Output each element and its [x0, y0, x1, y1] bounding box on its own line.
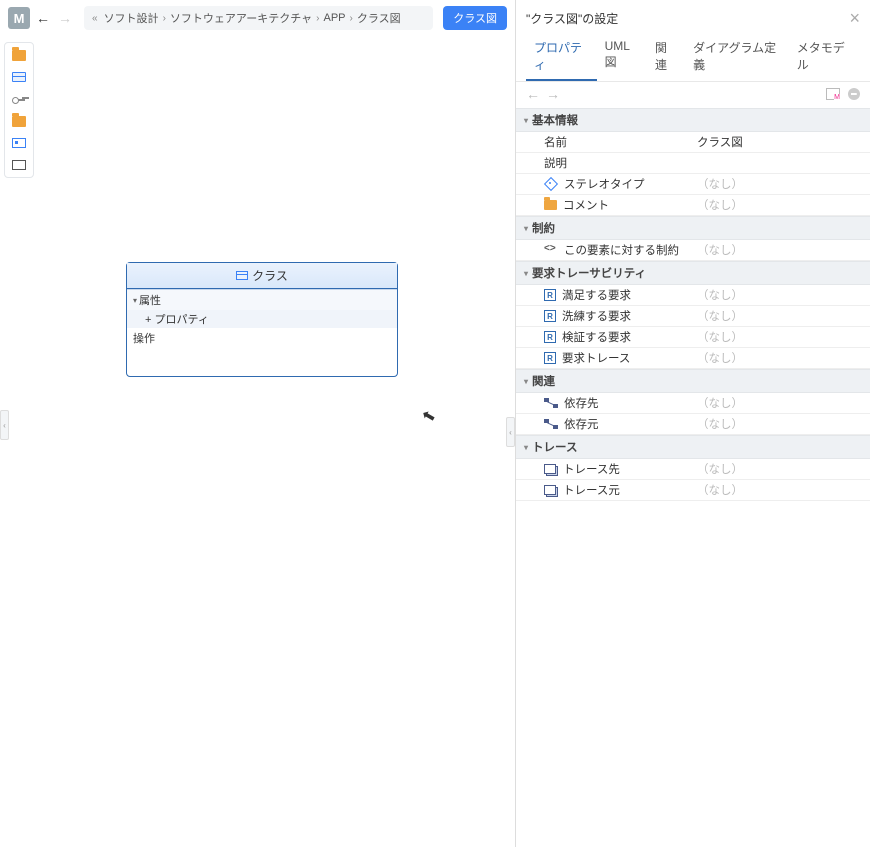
- tab-relations[interactable]: 関連: [647, 33, 685, 81]
- requirement-icon: R: [544, 352, 556, 364]
- prop-trace-to-label: トレース先: [516, 459, 691, 479]
- prop-satisfy-value[interactable]: （なし）: [691, 285, 870, 305]
- section-title: 要求トレーサビリティ: [532, 265, 646, 281]
- trace-icon: [544, 464, 557, 475]
- class-body-empty[interactable]: [127, 348, 397, 376]
- diagram-canvas[interactable]: クラス ▾ 属性 + プロパティ 操作 ⬉: [0, 36, 515, 847]
- prop-comment-label: コメント: [516, 195, 691, 215]
- prop-depend-to-value[interactable]: （なし）: [691, 393, 870, 413]
- prop-name-value[interactable]: クラス図: [691, 132, 870, 152]
- collapse-triangle-icon: ▾: [524, 377, 528, 386]
- uml-class-element[interactable]: クラス ▾ 属性 + プロパティ 操作: [126, 262, 398, 377]
- class-name-label: クラス: [252, 267, 288, 284]
- trace-icon: [544, 485, 557, 496]
- collapse-triangle-icon: ▾: [524, 116, 528, 125]
- chevron-right-icon: ›: [163, 13, 166, 24]
- prop-depend-from-value[interactable]: （なし）: [691, 414, 870, 434]
- section-title: 制約: [532, 220, 555, 236]
- requirement-icon: R: [544, 310, 556, 322]
- section-constraint[interactable]: ▾ 制約: [516, 216, 870, 240]
- properties-panel: "クラス図"の設定 × プロパティ UML図 関連 ダイアグラム定義 メタモデル…: [515, 0, 870, 847]
- panel-nav: ← →: [526, 86, 560, 102]
- attributes-section[interactable]: ▾ 属性: [127, 290, 397, 310]
- prop-satisfy-label: R満足する要求: [516, 285, 691, 305]
- prop-comment-value[interactable]: （なし）: [691, 195, 870, 215]
- prop-stereotype-label: ステレオタイプ: [516, 174, 691, 194]
- breadcrumb-item[interactable]: APP: [323, 12, 345, 24]
- attributes-label: 属性: [139, 292, 161, 308]
- requirement-icon: R: [544, 331, 556, 343]
- prop-trace-to-value[interactable]: （なし）: [691, 459, 870, 479]
- collapse-triangle-icon: ▾: [524, 224, 528, 233]
- prop-reqtrace-value[interactable]: （なし）: [691, 348, 870, 368]
- section-basic-info[interactable]: ▾ 基本情報: [516, 108, 870, 132]
- prop-trace-from-value[interactable]: （なし）: [691, 480, 870, 500]
- tab-properties[interactable]: プロパティ: [526, 33, 597, 81]
- prop-depend-from-label: 依存元: [516, 414, 691, 434]
- section-trace[interactable]: ▾ トレース: [516, 435, 870, 459]
- close-button[interactable]: ×: [849, 8, 860, 29]
- collapse-triangle-icon: ▾: [133, 296, 137, 305]
- prop-refine-value[interactable]: （なし）: [691, 306, 870, 326]
- breadcrumb[interactable]: « ソフト設計 › ソフトウェアアーキテクチャ › APP › クラス図: [84, 6, 433, 30]
- prop-depend-to-label: 依存先: [516, 393, 691, 413]
- chevron-right-icon: ›: [316, 13, 319, 24]
- section-title: トレース: [532, 439, 577, 455]
- collapse-triangle-icon: ▾: [524, 269, 528, 278]
- section-title: 基本情報: [532, 112, 578, 128]
- navigate-icon[interactable]: [848, 88, 860, 100]
- prop-trace-from-label: トレース元: [516, 480, 691, 500]
- class-header[interactable]: クラス: [127, 263, 397, 289]
- breadcrumb-item[interactable]: ソフトウェアアーキテクチャ: [170, 10, 312, 26]
- tag-icon: [544, 178, 558, 190]
- diagram-type-tag[interactable]: クラス図: [443, 6, 507, 30]
- brackets-icon: [544, 244, 558, 256]
- chevron-right-icon: ›: [350, 13, 353, 24]
- prop-verify-value[interactable]: （なし）: [691, 327, 870, 347]
- prop-reqtrace-label: R要求トレース: [516, 348, 691, 368]
- top-toolbar: M ← → « ソフト設計 › ソフトウェアアーキテクチャ › APP › クラ…: [0, 0, 515, 36]
- panel-forward-icon[interactable]: →: [546, 86, 560, 102]
- section-title: 関連: [532, 373, 555, 389]
- dependency-icon: [544, 398, 558, 408]
- left-panel-collapse-handle[interactable]: ‹: [0, 410, 9, 440]
- mouse-cursor-icon: ⬉: [420, 405, 438, 428]
- prop-description-value[interactable]: [691, 161, 870, 165]
- right-panel-collapse-handle[interactable]: ‹: [506, 417, 515, 447]
- tab-metamodel[interactable]: メタモデル: [789, 33, 860, 81]
- operations-section[interactable]: 操作: [127, 328, 397, 348]
- breadcrumb-item[interactable]: ソフト設計: [104, 10, 159, 26]
- dependency-icon: [544, 419, 558, 429]
- tab-uml[interactable]: UML図: [597, 33, 647, 81]
- breadcrumb-overflow-icon[interactable]: «: [92, 13, 98, 24]
- section-relation[interactable]: ▾ 関連: [516, 369, 870, 393]
- collapse-triangle-icon: ▾: [524, 443, 528, 452]
- requirement-icon: R: [544, 289, 556, 301]
- panel-title: "クラス図"の設定: [526, 10, 618, 27]
- tab-diagram-def[interactable]: ダイアグラム定義: [685, 33, 789, 81]
- folder-icon: [544, 200, 557, 210]
- class-icon: [236, 271, 248, 280]
- nav-forward-button[interactable]: →: [56, 9, 74, 27]
- app-badge[interactable]: M: [8, 7, 30, 29]
- nav-back-button[interactable]: ←: [34, 9, 52, 27]
- section-req-trace[interactable]: ▾ 要求トレーサビリティ: [516, 261, 870, 285]
- prop-name-label: 名前: [516, 132, 691, 152]
- prop-constraint-label: この要素に対する制約: [516, 240, 691, 260]
- prop-description-label: 説明: [516, 153, 691, 173]
- prop-constraint-value[interactable]: （なし）: [691, 240, 870, 260]
- panel-tabs: プロパティ UML図 関連 ダイアグラム定義 メタモデル: [516, 33, 870, 82]
- breadcrumb-item[interactable]: クラス図: [357, 10, 401, 26]
- model-link-icon[interactable]: [826, 88, 840, 100]
- prop-verify-label: R検証する要求: [516, 327, 691, 347]
- panel-back-icon[interactable]: ←: [526, 86, 540, 102]
- operations-label: 操作: [133, 333, 155, 345]
- property-item[interactable]: + プロパティ: [127, 310, 397, 328]
- prop-stereotype-value[interactable]: （なし）: [691, 174, 870, 194]
- prop-refine-label: R洗練する要求: [516, 306, 691, 326]
